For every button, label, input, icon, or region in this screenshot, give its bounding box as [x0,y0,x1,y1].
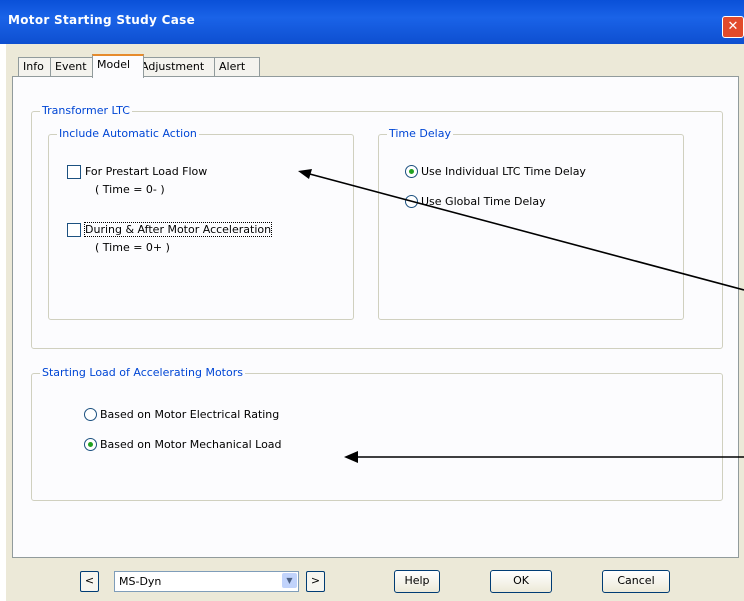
motor-starting-study-case-window: Motor Starting Study Case ✕ Info Event M… [0,0,744,601]
annotation-arrowhead-upper [298,169,312,179]
annotation-arrows [298,169,744,463]
annotation-arrow-line-upper [305,172,744,291]
tab-model[interactable]: Model [92,54,144,78]
annotation-arrowhead-lower [344,451,358,463]
